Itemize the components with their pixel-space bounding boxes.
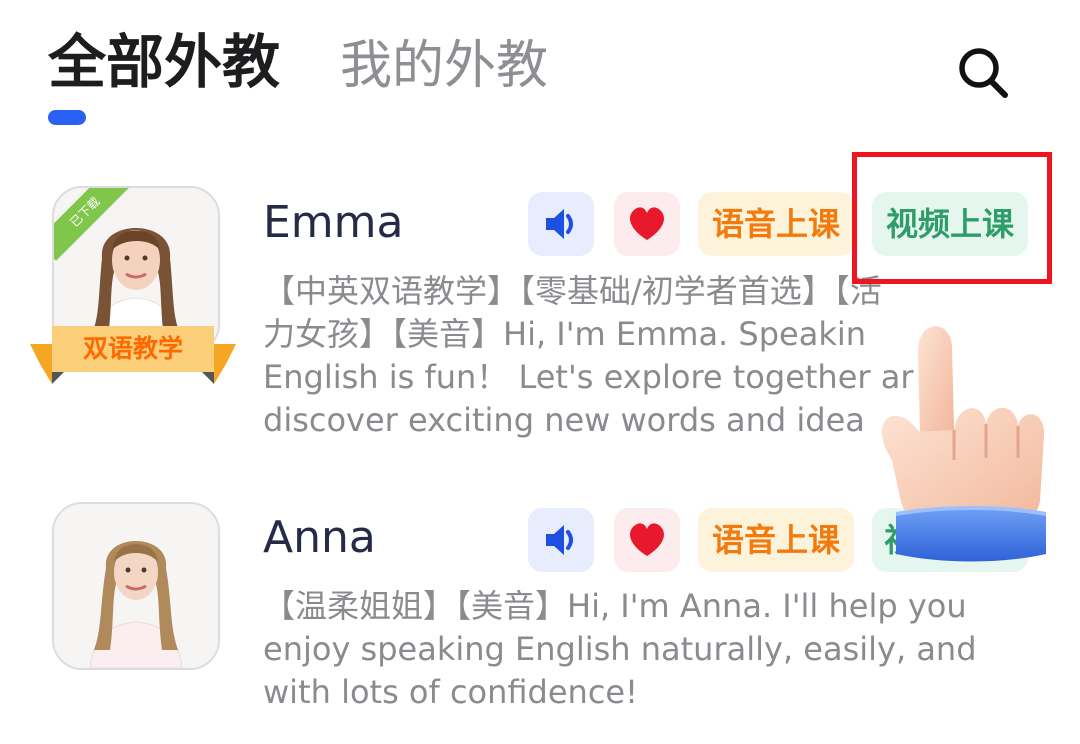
ribbon-label: 双语教学 bbox=[82, 334, 183, 363]
heart-icon bbox=[630, 523, 664, 556]
speaker-icon bbox=[546, 525, 573, 555]
active-tab-indicator bbox=[48, 110, 86, 125]
voice-class-button[interactable]: 语音上课 bbox=[698, 192, 854, 256]
bilingual-ribbon: 双语教学 bbox=[30, 326, 236, 386]
tab-all-teachers[interactable]: 全部外教 bbox=[48, 22, 280, 102]
speaker-icon bbox=[546, 209, 573, 239]
play-voice-button[interactable] bbox=[528, 508, 594, 572]
search-button[interactable] bbox=[950, 38, 1020, 108]
pointing-hand-icon bbox=[881, 326, 1047, 562]
teacher-photo bbox=[54, 504, 218, 668]
highlight-box bbox=[852, 152, 1052, 284]
search-icon bbox=[959, 48, 1008, 98]
teacher-name: Emma bbox=[263, 197, 404, 248]
teacher-description: 【温柔姐姐】【美音】Hi, I'm Anna. I'll help you en… bbox=[263, 587, 977, 711]
favorite-button[interactable] bbox=[614, 192, 680, 256]
teacher-avatar[interactable] bbox=[52, 502, 220, 670]
tab-my-teachers[interactable]: 我的外教 bbox=[340, 26, 548, 106]
favorite-button[interactable] bbox=[614, 508, 680, 572]
teacher-name: Anna bbox=[263, 512, 376, 563]
play-voice-button[interactable] bbox=[528, 192, 594, 256]
voice-class-button[interactable]: 语音上课 bbox=[698, 508, 854, 572]
tab-bar: 全部外教 我的外教 bbox=[0, 0, 1080, 130]
heart-icon bbox=[630, 207, 664, 240]
